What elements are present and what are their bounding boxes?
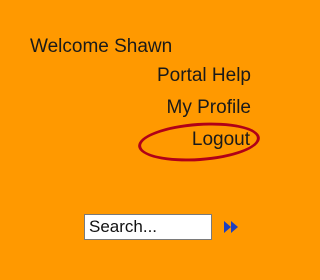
double-chevron-right-icon[interactable]: [223, 220, 239, 234]
my-profile-link[interactable]: My Profile: [167, 97, 251, 119]
portal-help-link[interactable]: Portal Help: [157, 65, 251, 87]
user-menu-panel: Welcome Shawn Portal Help My Profile Log…: [0, 0, 262, 280]
search-input[interactable]: [84, 214, 212, 240]
logout-link[interactable]: Logout: [192, 129, 250, 151]
welcome-text: Welcome Shawn: [30, 36, 173, 57]
